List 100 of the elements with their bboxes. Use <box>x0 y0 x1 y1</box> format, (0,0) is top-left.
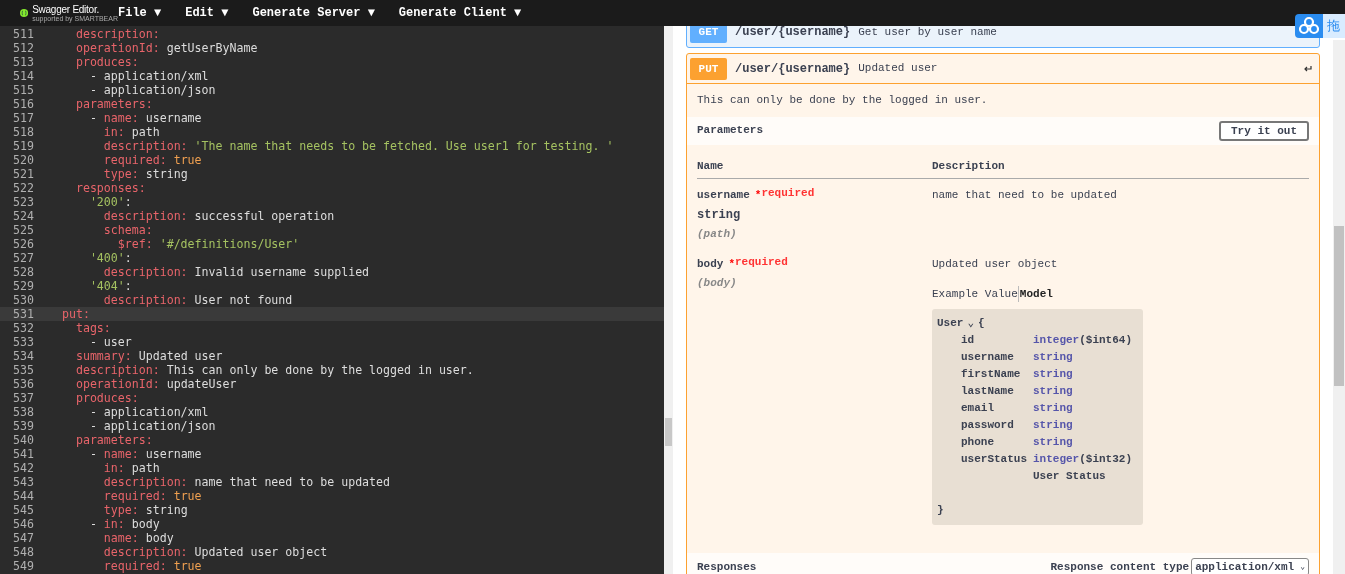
line-number: 520 <box>12 153 35 167</box>
menu-button[interactable]: Edit ▼ <box>185 4 229 22</box>
method-badge: PUT <box>690 57 727 80</box>
return-arrow-icon[interactable] <box>1304 65 1312 72</box>
try-it-out-button[interactable]: Try it out <box>1219 120 1309 141</box>
line-number: 517 <box>12 111 35 125</box>
line-number: 519 <box>12 139 35 153</box>
parameter-location: (body) <box>697 275 738 291</box>
line-number: 522 <box>12 181 35 195</box>
code-line: produces: <box>74 55 139 69</box>
line-number: 531 <box>12 307 35 321</box>
field-name: phone <box>961 435 995 450</box>
field-type: integer($int32) <box>1033 452 1133 467</box>
code-line: summary: Updated user <box>74 349 223 363</box>
model-tab[interactable]: Model <box>1017 285 1053 302</box>
code-editor[interactable] <box>0 26 664 574</box>
line-number: 523 <box>12 195 35 209</box>
code-line: produces: <box>74 391 139 405</box>
code-line: operationId: updateUser <box>74 377 237 391</box>
line-number: 532 <box>12 321 35 335</box>
menu-button[interactable]: Generate Server ▼ <box>252 4 375 22</box>
code-line: - name: username <box>88 111 202 125</box>
model-tab[interactable]: Example Value <box>932 285 1018 302</box>
code-line: - application/json <box>88 419 216 433</box>
line-number: 549 <box>12 559 35 573</box>
code-line: type: string <box>102 503 188 517</box>
line-number: 538 <box>12 405 35 419</box>
required-mark: * <box>754 188 762 203</box>
field-type: string <box>1033 367 1073 382</box>
scroll-thumb[interactable] <box>1334 226 1344 386</box>
code-line: required: true <box>102 153 202 167</box>
parameter-location: (path) <box>697 226 738 242</box>
line-number: 535 <box>12 363 35 377</box>
parameter-description: name that need to be updated <box>932 188 1117 203</box>
cloud-icon[interactable] <box>1295 14 1323 38</box>
line-number: 511 <box>12 27 35 41</box>
endpoint-path: /user/{username} <box>735 60 851 78</box>
scroll-thumb[interactable] <box>665 418 672 446</box>
content-type-select[interactable]: application/xml ⌄ <box>1191 557 1309 574</box>
code-line: required: true <box>102 559 202 573</box>
line-number: 525 <box>12 223 35 237</box>
field-type: string <box>1033 435 1073 450</box>
required-label: required <box>735 255 788 270</box>
line-number: 543 <box>12 475 35 489</box>
line-number: 527 <box>12 251 35 265</box>
code-line: description: <box>74 27 160 41</box>
field-type: integer($int64) <box>1033 333 1133 348</box>
field-type: string <box>1033 401 1073 416</box>
line-number: 537 <box>12 391 35 405</box>
code-line: in: path <box>102 461 160 475</box>
line-number: 513 <box>12 55 35 69</box>
section-title: Responses <box>697 559 757 574</box>
column-header: Description <box>932 158 1005 174</box>
line-number: 534 <box>12 349 35 363</box>
endpoint-summary: Updated user <box>858 61 938 77</box>
brace: { <box>978 316 985 331</box>
line-number: 545 <box>12 503 35 517</box>
code-line: description: This can only be done by the logged in user. <box>74 363 474 377</box>
code-line: - application/json <box>88 83 216 97</box>
menu-button[interactable]: Generate Client ▼ <box>398 4 522 22</box>
field-name: id <box>961 333 976 348</box>
code-line: description: Updated user object <box>102 545 328 559</box>
line-number: 524 <box>12 209 35 223</box>
parameter-name: username <box>697 188 750 203</box>
logo-text: Swagger Editor. <box>32 4 100 15</box>
field-name: username <box>961 350 1015 365</box>
field-name: userStatus <box>961 452 1028 467</box>
line-number: 547 <box>12 531 35 545</box>
line-number: 528 <box>12 265 35 279</box>
line-number: 544 <box>12 489 35 503</box>
line-number: 548 <box>12 545 35 559</box>
line-number: 540 <box>12 433 35 447</box>
code-line: '200': <box>88 195 132 209</box>
field-type: string <box>1033 384 1073 399</box>
code-line: '400': <box>88 251 132 265</box>
line-number: 542 <box>12 461 35 475</box>
code-line: - application/xml <box>88 405 209 419</box>
line-number: 514 <box>12 69 35 83</box>
toggle-button[interactable]: ⌄ <box>967 315 975 332</box>
code-line: schema: <box>102 223 153 237</box>
code-line: $ref: '#/definitions/User' <box>116 237 300 251</box>
line-number: 546 <box>12 517 35 531</box>
code-line: - application/xml <box>88 69 209 83</box>
code-line: - name: username <box>88 447 202 461</box>
column-header: Name <box>697 158 725 174</box>
code-line: description: name that need to be updated <box>102 475 391 489</box>
operation-description: This can only be done by the logged in user. <box>696 93 989 108</box>
code-line: description: User not found <box>102 293 293 307</box>
field-name: email <box>961 401 995 416</box>
content-type-label: Response content type <box>1050 559 1190 574</box>
parameter-description: Updated user object <box>932 257 1059 272</box>
endpoint-path: /user/{username} <box>735 26 851 41</box>
menu-button[interactable]: File ▼ <box>118 4 162 22</box>
model-name: User <box>937 316 964 331</box>
code-line: put: <box>60 307 90 321</box>
field-name: lastName <box>961 384 1015 399</box>
required-label: required <box>761 186 815 201</box>
line-number: 526 <box>12 237 35 251</box>
line-number: 518 <box>12 125 35 139</box>
line-number: 512 <box>12 41 35 55</box>
